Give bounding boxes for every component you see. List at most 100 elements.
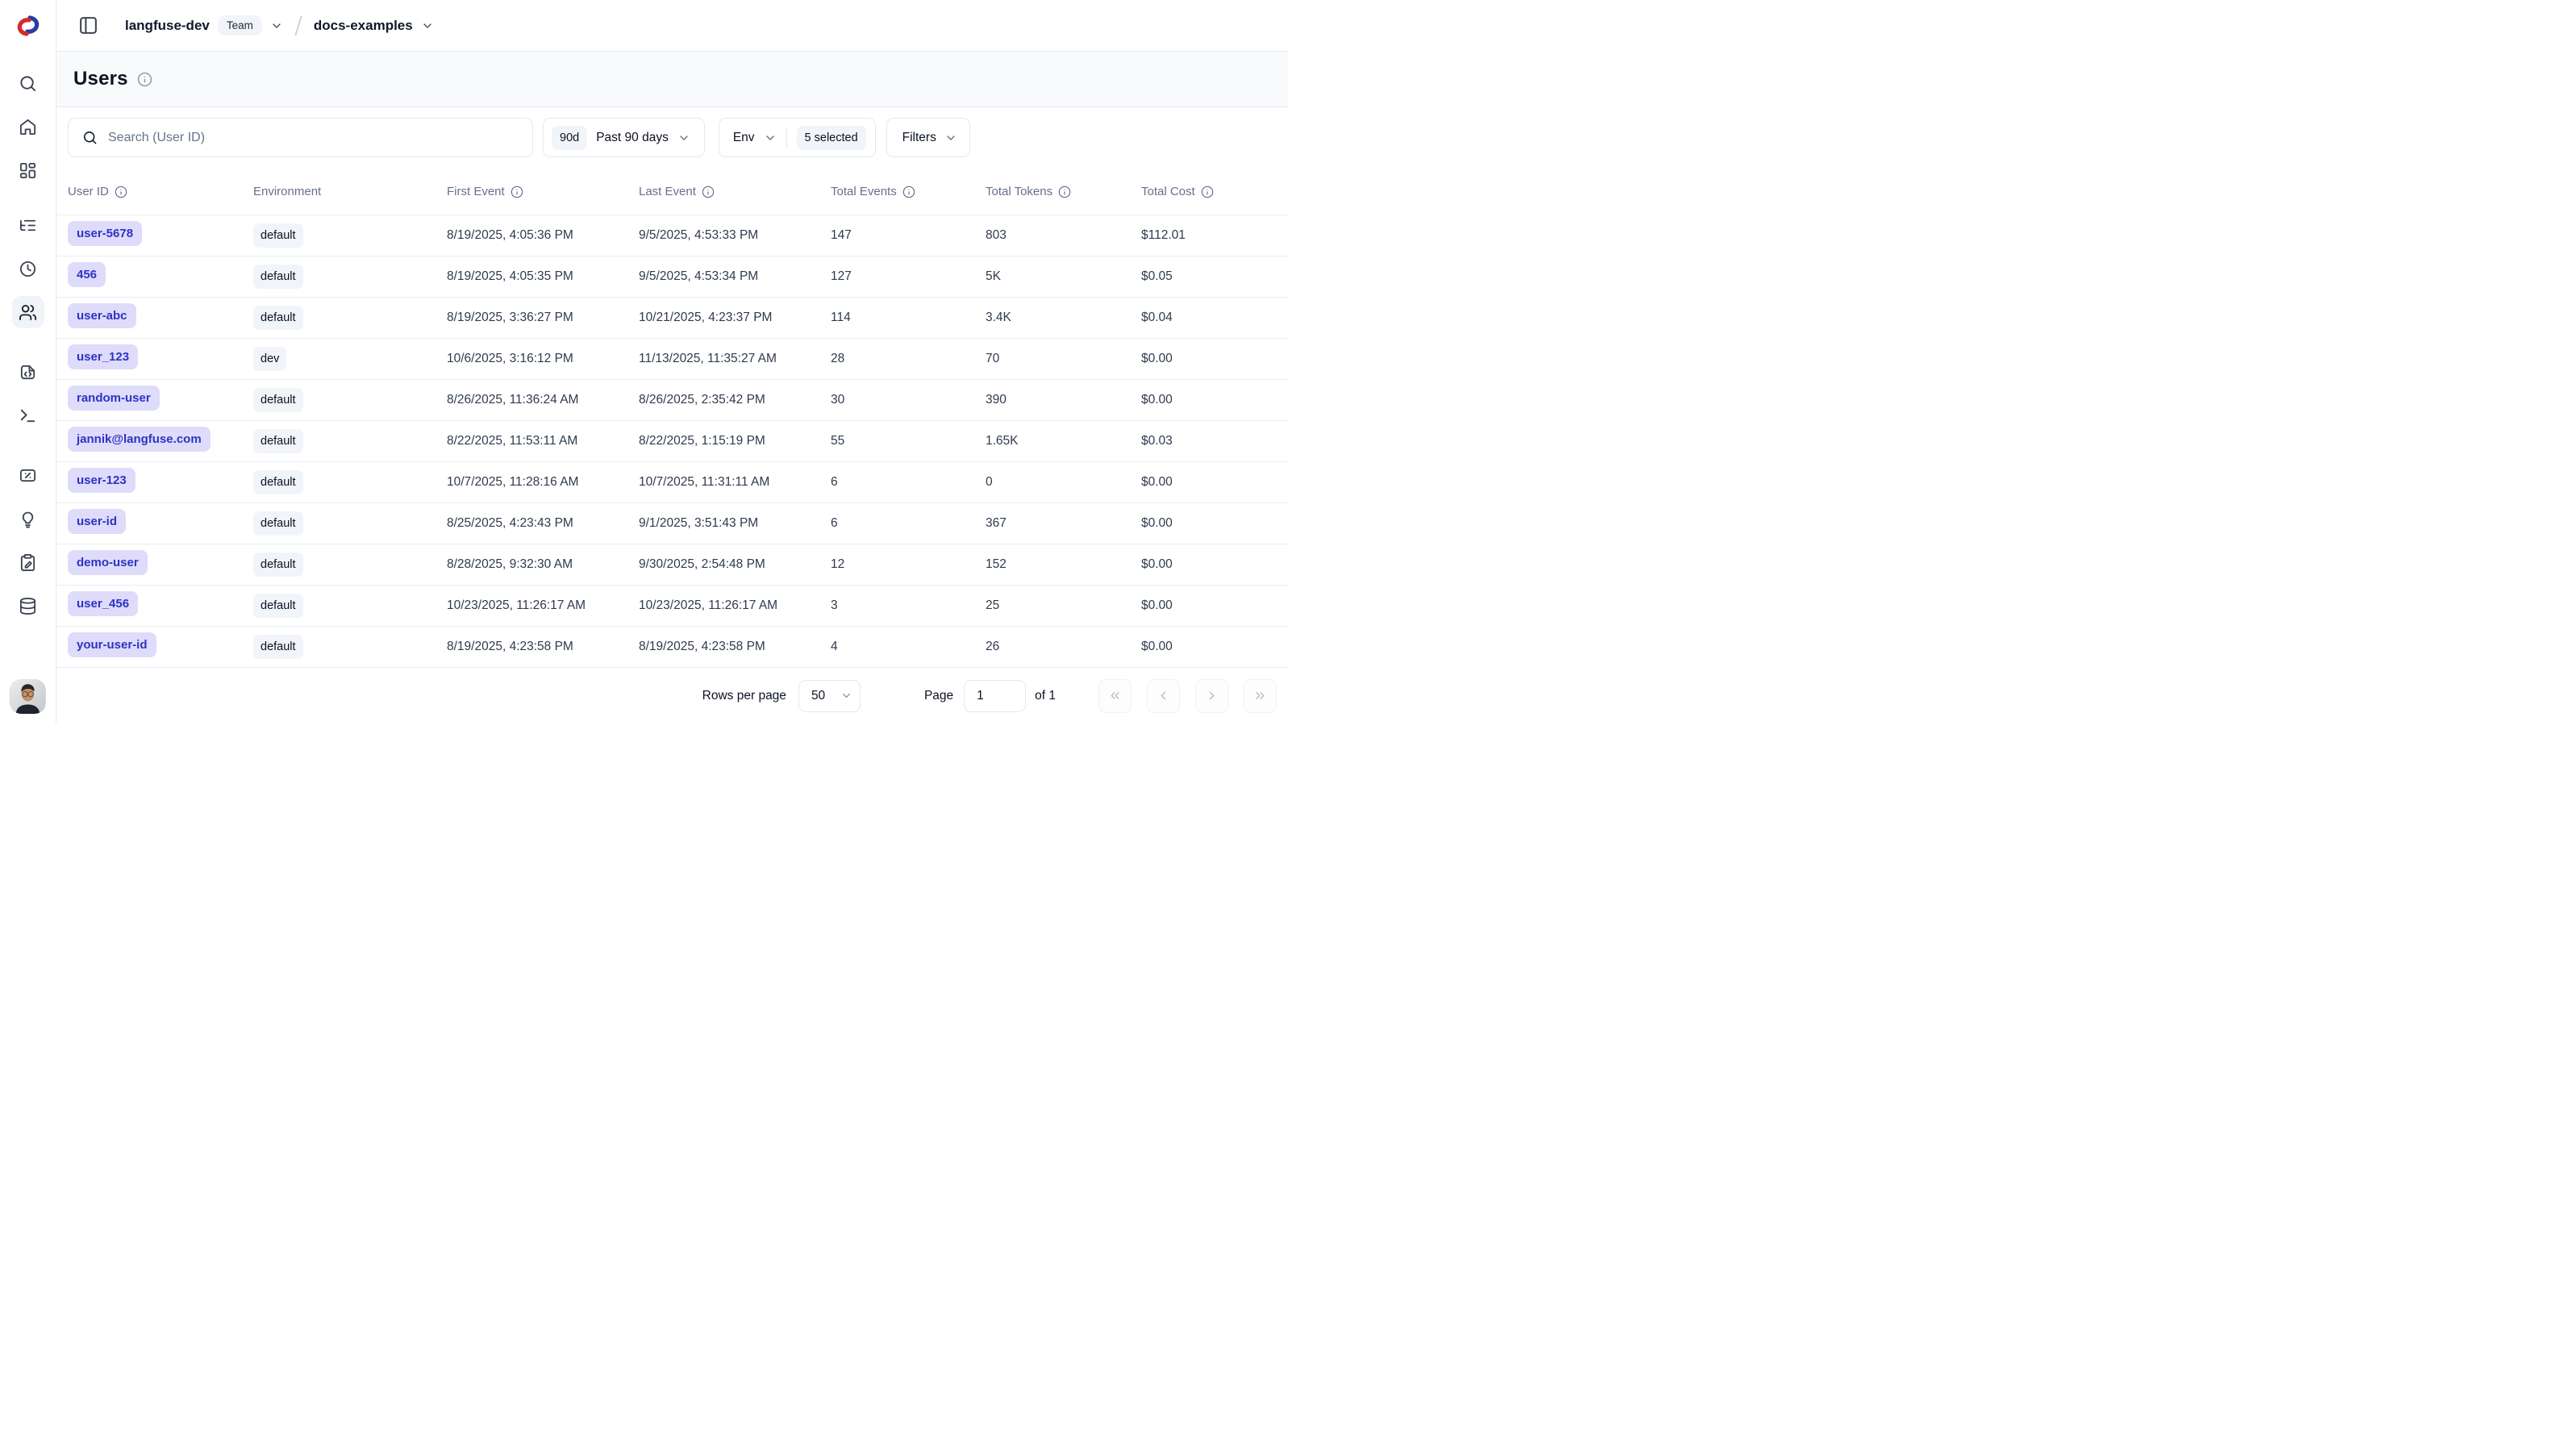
user-id-badge[interactable]: user_123 [68,344,138,369]
org-switcher-button[interactable] [270,19,283,32]
info-icon[interactable] [702,186,715,198]
page-number-input[interactable] [964,680,1026,712]
user-id-badge[interactable]: 456 [68,262,106,287]
col-header-total-cost[interactable]: Total Cost [1141,185,1288,198]
sidebar-item-home[interactable] [12,111,44,143]
chevron-down-icon [677,131,690,144]
environment-filter-button[interactable]: Env 5 selected [719,118,876,157]
total-tokens-cell: 367 [986,516,1141,531]
col-header-total-tokens[interactable]: Total Tokens [986,185,1141,198]
table-row[interactable]: 456 default 8/19/2025, 4:05:35 PM 9/5/20… [56,256,1288,298]
environment-cell: default [253,553,447,578]
info-icon[interactable] [115,186,127,198]
last-event-cell: 8/26/2025, 2:35:42 PM [639,393,831,407]
user-id-badge[interactable]: user-123 [68,468,135,493]
table-row[interactable]: user_123 dev 10/6/2025, 3:16:12 PM 11/13… [56,339,1288,380]
environment-cell: default [253,306,447,331]
environment-cell: default [253,223,447,248]
previous-page-button[interactable] [1147,679,1180,713]
table-row[interactable]: jannik@langfuse.com default 8/22/2025, 1… [56,421,1288,462]
breadcrumb-separator [294,15,302,35]
sidebar-toggle-button[interactable] [74,12,102,40]
sidebar-item-tracing[interactable] [12,209,44,241]
col-header-total-events[interactable]: Total Events [831,185,986,198]
table-row[interactable]: user-123 default 10/7/2025, 11:28:16 AM … [56,462,1288,503]
date-range-button[interactable]: 90d Past 90 days [543,118,705,157]
first-page-button[interactable] [1098,679,1132,713]
sidebar-item-datasets[interactable] [12,590,44,622]
user-id-badge[interactable]: demo-user [68,550,148,575]
table-row[interactable]: user_456 default 10/23/2025, 11:26:17 AM… [56,586,1288,627]
chevron-down-icon [840,690,852,702]
sidebar-item-playground[interactable] [12,399,44,432]
project-name[interactable]: docs-examples [314,18,413,34]
user-id-badge[interactable]: user-5678 [68,221,142,246]
sidebar-item-sessions[interactable] [12,252,44,285]
home-icon [19,118,37,136]
langfuse-logo-icon [14,11,43,40]
org-name[interactable]: langfuse-dev [125,18,210,34]
col-header-last-event[interactable]: Last Event [639,185,831,198]
last-page-button[interactable] [1244,679,1277,713]
database-icon [19,597,37,615]
info-icon[interactable] [902,186,915,198]
sidebar-item-scores[interactable] [12,459,44,491]
user-id-badge[interactable]: random-user [68,386,160,411]
table-row[interactable]: your-user-id default 8/19/2025, 4:23:58 … [56,627,1288,668]
environment-badge: default [253,429,303,454]
table-row[interactable]: demo-user default 8/28/2025, 9:32:30 AM … [56,544,1288,586]
rows-per-page-select[interactable]: 50 [798,680,861,712]
page-title-info-icon[interactable] [137,72,152,87]
total-tokens-cell: 3.4K [986,311,1141,325]
environment-cell: default [253,388,447,413]
total-tokens-cell: 26 [986,640,1141,654]
user-id-badge[interactable]: user-id [68,509,126,534]
info-icon[interactable] [1201,186,1214,198]
col-header-environment[interactable]: Environment [253,185,447,198]
info-icon[interactable] [1058,186,1071,198]
sidebar-item-annotation[interactable] [12,546,44,578]
environment-cell: dev [253,347,447,372]
env-selected-badge: 5 selected [797,126,866,150]
sidebar-item-search[interactable] [12,67,44,99]
chevron-right-icon [1205,689,1219,703]
env-label: Env [733,131,755,145]
col-header-first-event[interactable]: First Event [447,185,639,198]
percent-box-icon [19,466,37,485]
first-event-cell: 10/7/2025, 11:28:16 AM [447,475,639,490]
total-events-cell: 127 [831,269,986,284]
user-id-cell: jannik@langfuse.com [68,427,253,456]
total-cost-cell: $0.03 [1141,434,1288,448]
user-id-badge[interactable]: user-abc [68,303,136,328]
table-row[interactable]: user-abc default 8/19/2025, 3:36:27 PM 1… [56,298,1288,339]
page-header: Users [56,52,1288,107]
sidebar-nav [12,67,44,622]
sidebar-item-dashboards[interactable] [12,154,44,186]
sidebar-item-evaluation[interactable] [12,502,44,535]
sidebar-item-users[interactable] [12,296,44,328]
langfuse-logo[interactable] [0,0,56,52]
avatar-image [10,679,46,714]
table-row[interactable]: user-id default 8/25/2025, 4:23:43 PM 9/… [56,503,1288,544]
sidebar-item-prompts[interactable] [12,356,44,388]
user-id-badge[interactable]: user_456 [68,591,138,616]
table-row[interactable]: user-5678 default 8/19/2025, 4:05:36 PM … [56,215,1288,256]
search-input[interactable] [108,131,521,145]
pagination-buttons [1098,679,1277,713]
filters-button[interactable]: Filters [886,118,970,157]
col-header-user-id[interactable]: User ID [68,185,253,198]
user-id-badge[interactable]: your-user-id [68,632,156,657]
table-row[interactable]: random-user default 8/26/2025, 11:36:24 … [56,380,1288,421]
first-event-cell: 8/22/2025, 11:53:11 AM [447,434,639,448]
user-id-badge[interactable]: jannik@langfuse.com [68,427,210,452]
user-avatar[interactable] [10,679,46,714]
project-switcher-button[interactable] [421,19,434,32]
total-events-cell: 55 [831,434,986,448]
total-cost-cell: $0.00 [1141,475,1288,490]
info-icon[interactable] [511,186,523,198]
first-event-cell: 8/19/2025, 3:36:27 PM [447,311,639,325]
topbar: langfuse-dev Team docs-examples [56,0,1288,52]
last-event-cell: 9/5/2025, 4:53:33 PM [639,228,831,243]
environment-badge: default [253,470,303,495]
next-page-button[interactable] [1195,679,1228,713]
